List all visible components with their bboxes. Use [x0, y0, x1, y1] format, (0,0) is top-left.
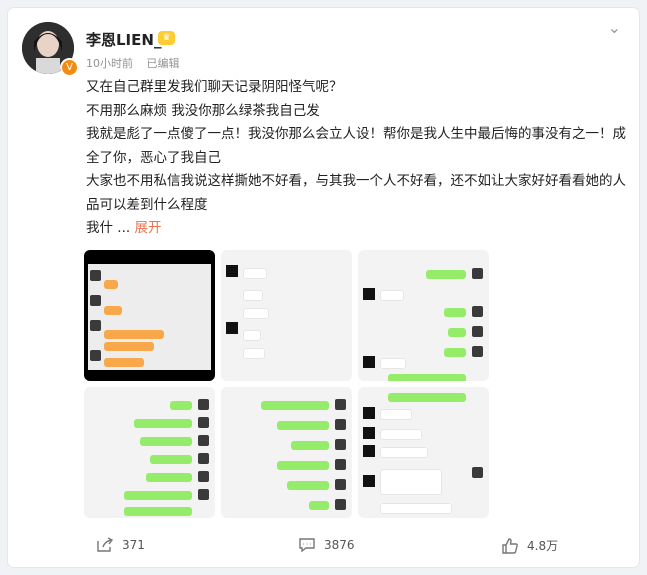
more-chevron-icon[interactable]: ⌄ — [608, 18, 621, 37]
post-time[interactable]: 10小时前 — [86, 57, 133, 70]
comment-button[interactable]: 3876 — [298, 537, 355, 553]
image-thumbnail[interactable] — [84, 387, 215, 518]
post-paragraph: 我就是彪了一点傻了一点！我没你那么会立人设！帮你是我人生中最后悔的事没有之一！成… — [86, 126, 626, 166]
comment-icon — [299, 538, 315, 553]
share-icon — [97, 537, 114, 552]
like-count: 4.8万 — [527, 539, 559, 553]
post-truncated-line: 我什 ... 展开 — [86, 217, 626, 241]
edited-label: 已编辑 — [146, 57, 180, 70]
image-thumbnail[interactable] — [84, 250, 215, 381]
image-thumbnail[interactable] — [221, 250, 352, 381]
expand-link[interactable]: 展开 — [134, 220, 161, 236]
vip-crown-icon: ♛ — [158, 31, 175, 45]
share-count: 371 — [122, 538, 145, 552]
truncated-text: 我什 — [86, 220, 113, 236]
image-thumbnail[interactable] — [358, 250, 489, 381]
comment-count: 3876 — [324, 538, 355, 552]
post-body: 又在自己群里发我们聊天记录阴阳怪气呢？ 不用那么麻烦 我没你那么绿茶我自己发 我… — [86, 76, 626, 241]
username[interactable]: 李恩LIEN_ — [86, 29, 161, 50]
verified-badge-icon: V — [60, 58, 79, 77]
image-thumbnail[interactable] — [221, 387, 352, 518]
post-paragraph: 大家也不用私信我说这样撕她不好看，与其我一个人不好看，还不如让大家好好看看她的人… — [86, 173, 626, 213]
weibo-post-card: V 李恩LIEN_ ♛ 10小时前 已编辑 ⌄ 又在自己群里发我们聊天记录阴阳怪… — [8, 8, 639, 567]
ellipsis: ... — [117, 220, 131, 236]
post-meta: 10小时前 已编辑 — [86, 55, 190, 71]
action-bar: 371 3876 4.8万 — [8, 533, 639, 561]
post-paragraph: 又在自己群里发我们聊天记录阴阳怪气呢？ — [86, 79, 343, 95]
share-button[interactable]: 371 — [96, 537, 145, 553]
image-thumbnail[interactable] — [358, 387, 489, 518]
like-button[interactable]: 4.8万 — [501, 537, 558, 554]
post-paragraph: 不用那么麻烦 我没你那么绿茶我自己发 — [86, 102, 320, 119]
like-icon — [502, 537, 518, 554]
